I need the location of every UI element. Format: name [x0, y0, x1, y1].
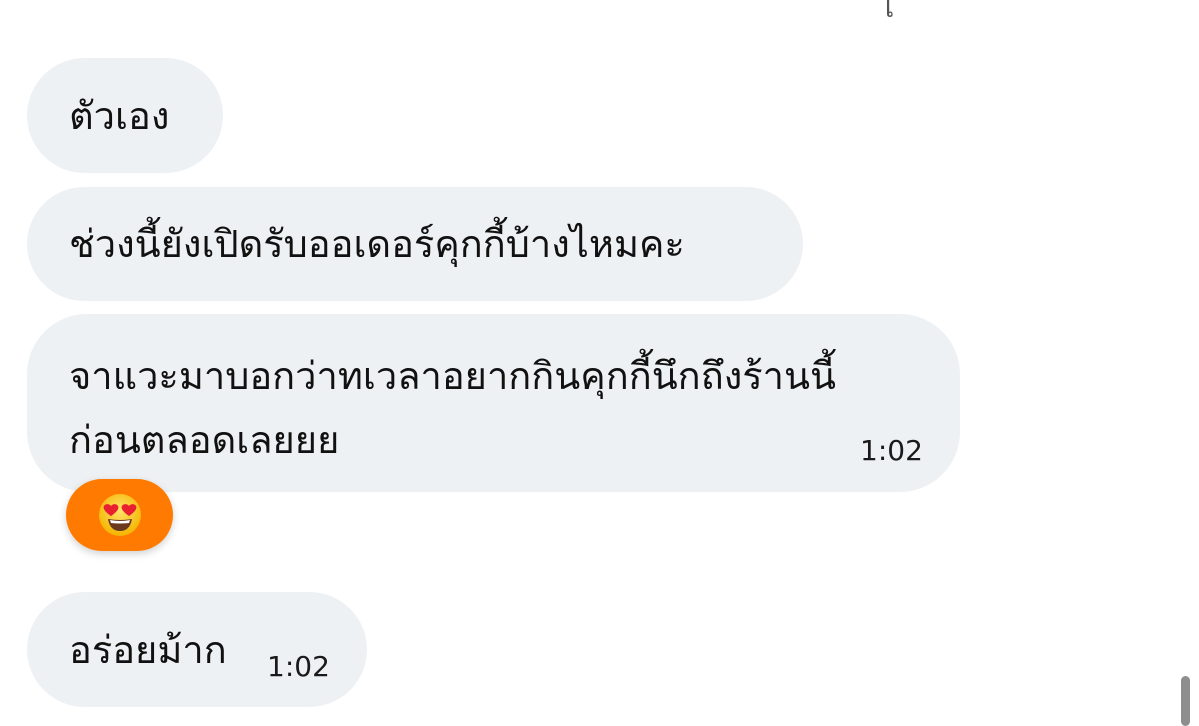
- message-bubble[interactable]: ช่วงนี้ยังเปิดรับออเดอร์คุกกี้บ้างไหมคะ: [27, 187, 803, 301]
- message-reaction-badge[interactable]: [66, 479, 173, 551]
- message-text-line: ก่อนตลอดเลยยย: [69, 418, 340, 462]
- message-timestamp: 1:02: [860, 434, 923, 467]
- message-text: ตัวเอง: [69, 94, 170, 138]
- heart-eyes-emoji-icon: [98, 494, 141, 536]
- previous-message-fragment: ไ: [880, 0, 895, 24]
- message-text: ช่วงนี้ยังเปิดรับออเดอร์คุกกี้บ้างไหมคะ: [69, 222, 685, 266]
- message-text-line: จาแวะมาบอกว่าทเวลาอยากกินคุกกี้นึกถึงร้า…: [69, 354, 836, 398]
- scrollbar-thumb[interactable]: [1181, 676, 1190, 726]
- message-timestamp: 1:02: [267, 650, 330, 683]
- message-bubble[interactable]: ตัวเอง: [27, 58, 223, 173]
- message-text: อร่อยม้าก: [69, 628, 227, 672]
- message-bubble[interactable]: จาแวะมาบอกว่าทเวลาอยากกินคุกกี้นึกถึงร้า…: [27, 314, 960, 492]
